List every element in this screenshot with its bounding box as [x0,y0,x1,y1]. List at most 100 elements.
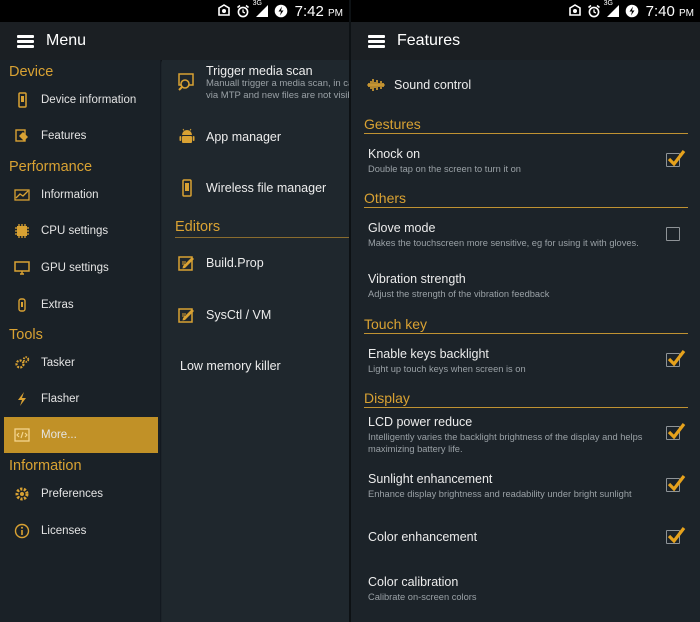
setting-title: Color calibration [368,575,459,589]
drawer-item-label: Preferences [41,488,104,500]
hamburger-menu-icon[interactable] [17,34,34,48]
chart-icon [14,187,30,203]
item-title: SysCtl / VM [206,308,272,322]
lightning-icon [14,391,30,407]
drawer-item-label: Licenses [41,525,87,537]
sound-control-item[interactable]: Sound control [366,78,471,92]
drawer-item-device-information[interactable]: Device information [0,82,161,118]
edit-icon [177,305,197,325]
setting-glove-mode[interactable]: Glove mode Makes the touchscreen more se… [368,221,682,250]
setting-subtitle: Makes the touchscreen more sensitive, eg… [368,238,639,248]
drawer-item-more[interactable]: More... [4,417,158,453]
ring-icon [568,4,582,18]
ring-icon [217,4,231,18]
drawer-item-cpu-settings[interactable]: CPU settings [0,213,161,249]
drawer-item-label: Information [41,189,99,201]
low-memory-killer-item[interactable]: Low memory killer [162,349,349,383]
checkmark-icon [667,423,686,440]
item-title: Trigger media scan [206,64,313,78]
drawer-item-tasker[interactable]: Tasker [0,345,161,381]
setting-sunlight-enhancement[interactable]: Sunlight enhancement Enhance display bri… [368,472,686,501]
menu-screen: 3G 7:42 PM Menu Device Device informatio… [0,0,349,622]
app-bar: Menu [0,22,349,60]
info-icon [14,523,30,539]
app-manager-item[interactable]: App manager [162,120,349,154]
phone-icon [14,92,30,108]
trigger-media-scan-item[interactable]: Trigger media scan Manuall trigger a med… [162,64,349,110]
checkmark-icon [667,350,686,367]
knock-on-checkbox[interactable] [666,150,686,167]
edit-icon [177,253,197,273]
drawer-item-extras[interactable]: Extras [0,287,161,323]
section-others: Others [364,190,688,208]
data-saver-icon [274,4,288,18]
build-prop-item[interactable]: Build.Prop [162,246,349,280]
app-bar: Features [351,22,700,60]
keys-backlight-checkbox[interactable] [666,350,686,367]
android-icon [177,127,197,147]
section-device: Device [9,64,54,80]
drawer-item-gpu-settings[interactable]: GPU settings [0,250,161,286]
extras-icon [14,297,30,313]
network-type-label: 3G [252,0,262,7]
item-title: App manager [206,130,282,144]
section-divider [175,237,349,238]
checkmark-icon [667,150,686,167]
setting-keys-backlight[interactable]: Enable keys backlight Light up touch key… [368,347,686,376]
section-display: Display [364,390,688,408]
page-title: Features [397,32,461,49]
signal-icon: 3G [253,0,269,18]
signal-icon: 3G [604,0,620,18]
sunlight-enhancement-checkbox[interactable] [666,475,686,492]
drawer-item-label: Flasher [41,393,80,405]
drawer-item-label: More... [41,429,77,441]
item-title: Wireless file manager [206,181,327,195]
section-gestures: Gestures [364,116,688,134]
setting-subtitle: Double tap on the screen to turn it on [368,164,521,174]
hamburger-menu-icon[interactable] [368,34,385,48]
sound-wave-icon [367,79,385,91]
drawer-item-label: Features [41,130,87,142]
section-information: Information [9,458,82,474]
setting-subtitle: Intelligently varies the backlight brigh… [368,432,643,454]
drawer-item-flasher[interactable]: Flasher [0,381,161,417]
wireless-file-manager-item[interactable]: Wireless file manager [162,171,349,205]
drawer-item-preferences[interactable]: Preferences [0,476,161,512]
setting-title: Sunlight enhancement [368,472,493,486]
setting-subtitle: Calibrate on-screen colors [368,592,477,602]
item-title: Sound control [394,78,472,92]
color-enhancement-checkbox[interactable] [666,527,686,544]
sysctl-vm-item[interactable]: SysCtl / VM [162,298,349,332]
item-subtitle: via MTP and new files are not visib [206,90,349,101]
clock: 7:40 PM [645,2,694,20]
setting-color-calibration[interactable]: Color calibration Calibrate on-screen co… [368,575,682,604]
setting-title: Vibration strength [368,272,466,286]
drawer-item-label: Extras [41,299,74,311]
setting-lcd-power-reduce[interactable]: LCD power reduce Intelligently varies th… [368,415,686,455]
drawer-item-label: Tasker [41,357,75,369]
lcd-power-reduce-checkbox[interactable] [666,423,686,440]
section-performance: Performance [9,159,93,175]
monitor-icon [14,260,30,276]
glove-mode-checkbox[interactable] [666,227,680,241]
checkmark-icon [667,527,686,544]
section-tools: Tools [9,327,43,343]
setting-title: Glove mode [368,221,436,235]
drawer-item-label: GPU settings [41,262,109,274]
network-type-label: 3G [603,0,613,7]
setting-subtitle: Adjust the strength of the vibration fee… [368,289,550,299]
more-panel: Trigger media scan Manuall trigger a med… [162,60,349,622]
section-editors: Editors [175,219,221,235]
drawer-item-label: CPU settings [41,225,109,237]
setting-knock-on[interactable]: Knock on Double tap on the screen to tur… [368,147,686,176]
setting-color-enhancement[interactable]: Color enhancement [368,527,686,544]
setting-vibration-strength[interactable]: Vibration strength Adjust the strength o… [368,272,682,301]
drawer-item-licenses[interactable]: Licenses [0,513,161,549]
page-title: Menu [46,32,87,49]
media-scan-icon [177,72,197,92]
drawer-item-features[interactable]: Features [0,118,161,154]
features-list: Sound control Gestures Knock on Double t… [351,60,700,622]
features-icon [14,128,30,144]
drawer-item-information[interactable]: Information [0,177,161,213]
section-touch-key: Touch key [364,316,688,334]
